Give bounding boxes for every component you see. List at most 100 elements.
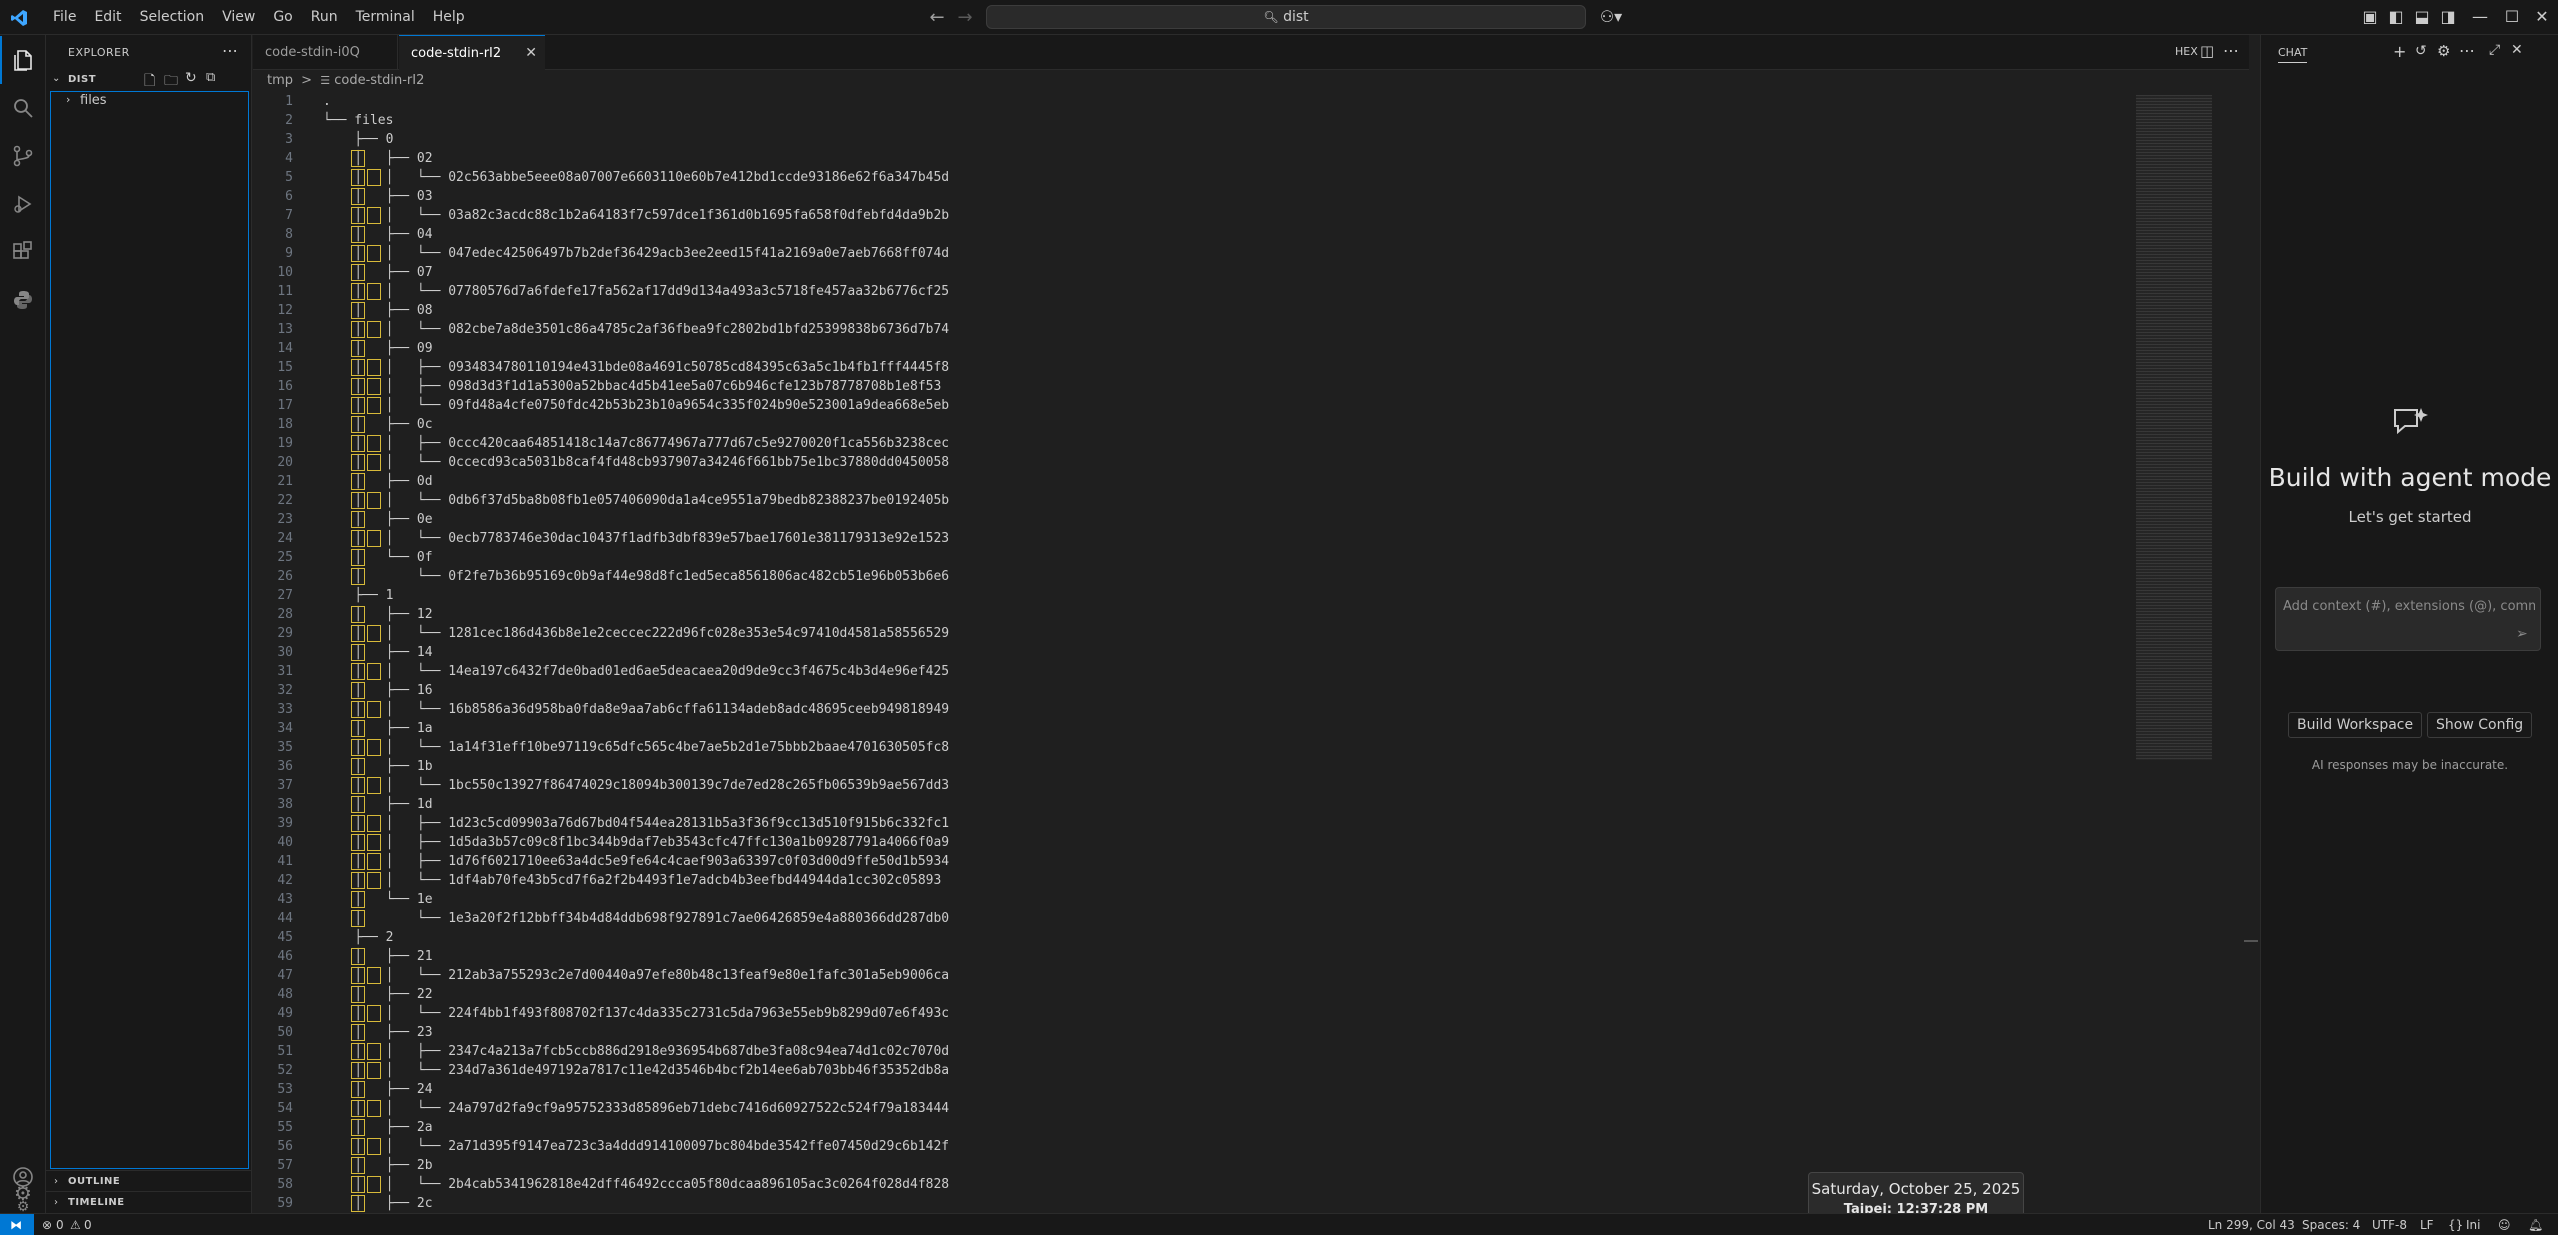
code-line[interactable]: │ │ └── 1bc550c13927f86474029c18094b3001… <box>323 776 949 795</box>
code-line[interactable]: │ │ └── 2b4cab5341962818e42dff46492ccca0… <box>323 1175 949 1194</box>
refresh-icon[interactable]: ↻ <box>185 70 197 86</box>
chevron-down-icon[interactable]: ⌄ <box>52 73 60 84</box>
code-line[interactable]: │ │ └── 0ecb7783746e30dac10437f1adfb3dbf… <box>323 529 949 548</box>
code-line[interactable]: │ ├── 21 <box>323 947 949 966</box>
code-line[interactable]: │ │ └── 03a82c3acdc88c1b2a64183f7c597dce… <box>323 206 949 225</box>
explorer-icon[interactable] <box>0 36 46 84</box>
error-count[interactable]: 0 <box>56 1214 64 1235</box>
code-line[interactable]: │ ├── 14 <box>323 643 949 662</box>
code-line[interactable]: │ ├── 2b <box>323 1156 949 1175</box>
run-debug-icon[interactable] <box>0 180 46 228</box>
code-line[interactable]: │ │ ├── 0934834780110194e431bde08a4691c5… <box>323 358 949 377</box>
forward-arrow-icon[interactable]: → <box>955 8 975 28</box>
code-line[interactable]: │ └── 0f2fe7b36b95169c0b9af44e98d8fc1ed5… <box>323 567 949 586</box>
code-line[interactable]: │ ├── 16 <box>323 681 949 700</box>
code-line[interactable]: │ ├── 09 <box>323 339 949 358</box>
code-line[interactable]: │ ├── 12 <box>323 605 949 624</box>
error-icon[interactable]: ⊗ <box>42 1214 52 1235</box>
code-line[interactable]: │ ├── 22 <box>323 985 949 1004</box>
language-mode[interactable]: Ini <box>2466 1214 2480 1235</box>
code-line[interactable]: │ ├── 0d <box>323 472 949 491</box>
extensions-icon[interactable] <box>0 228 46 276</box>
code-line[interactable]: │ │ └── 07780576d7a6fdefe17fa562af17dd9d… <box>323 282 949 301</box>
warning-icon[interactable]: ⚠ <box>70 1214 81 1235</box>
more-actions-icon[interactable]: ⋯ <box>2459 41 2475 60</box>
close-window-icon[interactable]: ✕ <box>2532 8 2552 26</box>
code-line[interactable]: │ │ ├── 0ccc420caa64851418c14a7c86774967… <box>323 434 949 453</box>
end-of-line[interactable]: LF <box>2420 1214 2434 1235</box>
timeline-section[interactable]: TIMELINE <box>68 1197 125 1208</box>
outline-section[interactable]: OUTLINE <box>68 1176 120 1187</box>
toggle-secondary-sidebar-icon[interactable]: ◨ <box>2438 8 2458 26</box>
chat-title[interactable]: CHAT <box>2278 46 2308 63</box>
notifications-bell-icon[interactable]: 🔔︎ <box>2528 1214 2543 1235</box>
search-icon[interactable] <box>0 84 46 132</box>
menu-help[interactable]: Help <box>424 0 474 35</box>
remote-indicator-icon[interactable]: ⧓ <box>0 1214 34 1235</box>
show-config-button[interactable]: Show Config <box>2427 712 2533 738</box>
code-line[interactable]: │ ├── 03 <box>323 187 949 206</box>
code-line[interactable]: │ │ └── 2a71d395f9147ea723c3a4ddd9141000… <box>323 1137 949 1156</box>
code-line[interactable]: │ │ └── 14ea197c6432f7de0bad01ed6ae5deac… <box>323 662 949 681</box>
code-line[interactable]: │ │ └── 082cbe7a8de3501c86a4785c2af36fbe… <box>323 320 949 339</box>
maximize-icon[interactable]: ☐ <box>2502 8 2522 26</box>
source-control-icon[interactable] <box>0 132 46 180</box>
menu-go[interactable]: Go <box>264 0 301 35</box>
code-line[interactable]: │ │ └── 224f4bb1f493f808702f137c4da335c2… <box>323 1004 949 1023</box>
code-line[interactable]: ├── 1 <box>323 586 949 605</box>
code-line[interactable]: │ ├── 08 <box>323 301 949 320</box>
history-icon[interactable]: ↺ <box>2415 43 2427 59</box>
minimize-icon[interactable]: — <box>2470 8 2490 26</box>
copilot-menu-icon[interactable]: ⚇▾ <box>1598 8 1624 26</box>
toggle-panel-icon[interactable]: ⬓ <box>2412 8 2432 26</box>
tab-code-stdin-i0q[interactable]: code-stdin-i0Q <box>253 35 398 70</box>
copilot-icon[interactable]: ☺ <box>2498 1214 2511 1235</box>
code-line[interactable]: │ │ └── 234d7a361de497192a7817c11e42d354… <box>323 1061 949 1080</box>
indentation[interactable]: Spaces: 4 <box>2302 1214 2360 1235</box>
code-line[interactable]: │ │ └── 1a14f31eff10be97119c65dfc565c4be… <box>323 738 949 757</box>
code-line[interactable]: │ ├── 1b <box>323 757 949 776</box>
tab-code-stdin-ri2[interactable]: code-stdin-rI2 ✕ <box>399 35 545 70</box>
menu-run[interactable]: Run <box>302 0 347 35</box>
python-icon[interactable] <box>0 276 46 324</box>
code-lines[interactable]: . └── files ├── 0 │ ├── 02 │ │ └── 02c563… <box>323 92 949 1213</box>
menu-view[interactable]: View <box>213 0 264 35</box>
code-line[interactable]: │ │ └── 16b8586a36d958ba0fda8e9aa7ab6cff… <box>323 700 949 719</box>
back-arrow-icon[interactable]: ← <box>927 8 947 28</box>
code-line[interactable]: . <box>323 92 949 111</box>
code-line[interactable]: │ ├── 0c <box>323 415 949 434</box>
menu-terminal[interactable]: Terminal <box>347 0 424 35</box>
settings-gear-icon[interactable]: ⚙ <box>10 1180 36 1206</box>
code-line[interactable]: │ │ └── 047edec42506497b7b2def36429acb3e… <box>323 244 949 263</box>
scrollbar-marker[interactable] <box>2244 940 2258 942</box>
code-line[interactable]: │ └── 1e <box>323 890 949 909</box>
menu-selection[interactable]: Selection <box>131 0 214 35</box>
breadcrumb-tmp[interactable]: tmp <box>253 73 293 88</box>
code-line[interactable]: │ ├── 1a <box>323 719 949 738</box>
more-actions-icon[interactable]: ⋯ <box>222 41 238 60</box>
minimap[interactable] <box>2136 95 2212 760</box>
send-icon[interactable]: ➢ <box>2516 626 2528 642</box>
code-line[interactable]: │ └── 0f <box>323 548 949 567</box>
cursor-position[interactable]: Ln 299, Col 43 <box>2208 1214 2295 1235</box>
build-workspace-button[interactable]: Build Workspace <box>2288 712 2423 738</box>
close-panel-icon[interactable]: ✕ <box>2511 42 2523 58</box>
code-line[interactable]: ├── 0 <box>323 130 949 149</box>
code-line[interactable]: │ │ └── 02c563abbe5eee08a07007e6603110e6… <box>323 168 949 187</box>
code-line[interactable]: │ ├── 24 <box>323 1080 949 1099</box>
code-line[interactable]: └── files <box>323 111 949 130</box>
toggle-primary-sidebar-icon[interactable]: ◧ <box>2386 8 2406 26</box>
breadcrumb-file[interactable]: code-stdin-rI2 <box>334 73 424 88</box>
maximize-panel-icon[interactable]: ⤢ <box>2489 42 2500 58</box>
menu-edit[interactable]: Edit <box>85 0 130 35</box>
chat-input[interactable]: Add context (#), extensions (@), command… <box>2275 587 2541 651</box>
command-center-search[interactable]: 🔍︎ dist <box>986 5 1586 29</box>
hex-editor-button[interactable]: HEX <box>2175 45 2198 58</box>
encoding[interactable]: UTF-8 <box>2372 1214 2407 1235</box>
folder-section-title[interactable]: DIST <box>68 74 96 85</box>
code-line[interactable]: │ ├── 02 <box>323 149 949 168</box>
code-editor[interactable]: 1 2 3 4 5 6 7 8 9 10 11 12 13 14 15 16 17 18 19 20 21 22 23 24 2… <box>253 92 2249 1213</box>
code-line[interactable]: │ │ ├── 1d23c5cd09903a76d67bd04f544ea281… <box>323 814 949 833</box>
code-line[interactable]: │ ├── 0e <box>323 510 949 529</box>
code-line[interactable]: │ │ └── 1df4ab70fe43b5cd7f6a2f2b4493f1e7… <box>323 871 949 890</box>
